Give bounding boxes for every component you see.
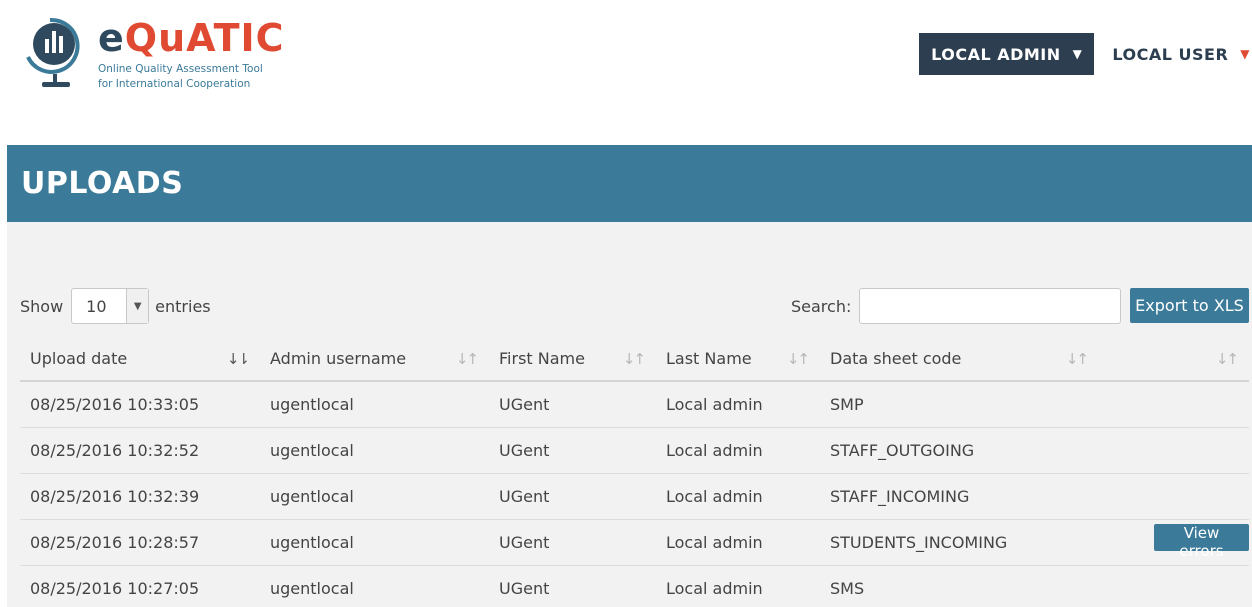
column-header-data-sheet-code[interactable]: Data sheet code ↓↑ [820, 336, 1099, 382]
column-label: Data sheet code [830, 348, 962, 368]
column-label: Last Name [666, 348, 752, 368]
equatic-logo[interactable]: eQuATIC Online Quality Assessment Tool f… [20, 12, 290, 92]
table-row: 08/25/2016 10:32:39 ugentlocal UGent Loc… [20, 473, 1249, 520]
local-user-label: LOCAL USER [1112, 44, 1229, 64]
entries-select-value: 10 [86, 296, 107, 316]
user-menu: LOCAL ADMIN ▼ LOCAL USER ▼ [919, 33, 1252, 75]
column-header-last-name[interactable]: Last Name ↓↑ [656, 336, 820, 382]
sort-descending-icon: ↓⇂ [226, 350, 250, 368]
cell-last-name: Local admin [666, 578, 763, 598]
entries-length-control: Show 10 ▼ entries [20, 288, 211, 324]
cell-actions [1099, 381, 1249, 428]
cell-admin-username: ugentlocal [260, 473, 489, 520]
page-title-bar: UPLOADS [7, 145, 1252, 222]
cell-actions: View errors [1099, 519, 1249, 566]
search-control: Search: [791, 288, 1122, 324]
tagline-line-2: for International Cooperation [98, 78, 251, 90]
cell-last-name: Local admin [656, 519, 820, 566]
search-input[interactable] [859, 288, 1122, 324]
cell-admin-username: ugentlocal [260, 427, 489, 474]
cell-admin-username: ugentlocal [270, 578, 354, 598]
cell-actions [1099, 473, 1249, 520]
cell-last-name: Local admin [656, 473, 820, 520]
column-header-admin-username[interactable]: Admin username ↓↑ [260, 336, 489, 382]
column-header-actions[interactable]: ↓↑ [1099, 336, 1249, 382]
column-label: Upload date [30, 348, 128, 368]
view-errors-button[interactable]: View errors [1154, 524, 1249, 560]
show-label: Show [20, 296, 64, 316]
local-admin-label: LOCAL ADMIN [931, 44, 1061, 64]
cell-admin-username: ugentlocal [260, 381, 489, 428]
caret-down-icon: ▼ [1072, 47, 1083, 61]
column-header-upload-date[interactable]: Upload date ↓⇂ [20, 336, 260, 382]
cell-data-sheet-code: SMP [820, 381, 1099, 428]
cell-first-name: UGent [489, 473, 656, 520]
sort-both-icon: ↓↑ [1215, 350, 1239, 368]
cell-first-name: UGent [489, 381, 656, 428]
column-label: First Name [499, 348, 585, 368]
cell-upload-date: 08/25/2016 10:28:57 [20, 519, 260, 566]
table-row: 08/25/2016 10:33:05 ugentlocal UGent Loc… [20, 381, 1249, 428]
tagline-line-1: Online Quality Assessment Tool [98, 63, 263, 75]
local-user-dropdown[interactable]: LOCAL USER ▼ [1112, 45, 1252, 64]
cell-actions [1099, 565, 1249, 607]
column-label: Admin username [270, 348, 407, 368]
table-row: 08/25/2016 10:27:05 ugentlocal UGent Loc… [20, 565, 1249, 607]
column-header-first-name[interactable]: First Name ↓↑ [489, 336, 656, 382]
search-label: Search: [791, 296, 852, 316]
logo-tagline: Online Quality Assessment Tool for Inter… [98, 62, 263, 92]
uploads-panel: Show 10 ▼ entries Search: Export to XLS … [7, 222, 1252, 607]
cell-first-name: UGent [489, 519, 656, 566]
table-row: 08/25/2016 10:28:57 ugentlocal UGent Loc… [20, 519, 1249, 566]
cell-admin-username: ugentlocal [260, 519, 489, 566]
cell-upload-date: 08/25/2016 10:32:52 [20, 427, 260, 474]
uploads-table: Upload date ↓⇂ Admin username ↓↑ First Nam… [20, 336, 1249, 607]
logo-wordmark: eQuATIC [98, 16, 285, 60]
export-xls-button[interactable]: Export to XLS [1130, 288, 1249, 323]
cell-last-name: Local admin [656, 427, 820, 474]
cell-data-sheet-code: STAFF_OUTGOING [820, 427, 1099, 474]
page-title: UPLOADS [21, 166, 184, 201]
cell-data-sheet-code: SMS [830, 578, 865, 598]
cell-last-name: Local admin [656, 381, 820, 428]
sort-both-icon: ↓↑ [1065, 350, 1089, 368]
entries-select[interactable]: 10 ▼ [71, 288, 150, 324]
sort-both-icon: ↓↑ [786, 350, 810, 368]
cell-data-sheet-code: STAFF_INCOMING [820, 473, 1099, 520]
sort-both-icon: ↓↑ [455, 350, 479, 368]
chevron-down-icon: ▼ [126, 289, 149, 323]
cell-upload-date: 08/25/2016 10:32:39 [20, 473, 260, 520]
table-header-row: Upload date ↓⇂ Admin username ↓↑ First Nam… [20, 336, 1249, 382]
local-admin-dropdown[interactable]: LOCAL ADMIN ▼ [919, 33, 1095, 75]
table-row: 08/25/2016 10:32:52 ugentlocal UGent Loc… [20, 427, 1249, 474]
cell-actions [1099, 427, 1249, 474]
sort-both-icon: ↓↑ [622, 350, 646, 368]
cell-data-sheet-code: STUDENTS_INCOMING [820, 519, 1099, 566]
cell-first-name: UGent [499, 578, 550, 598]
globe-bar-chart-icon [26, 17, 80, 87]
cell-upload-date: 08/25/2016 10:33:05 [20, 381, 260, 428]
cell-upload-date: 08/25/2016 10:27:05 [30, 578, 200, 598]
caret-down-icon: ▼ [1240, 47, 1250, 61]
cell-first-name: UGent [489, 427, 656, 474]
page-header: eQuATIC Online Quality Assessment Tool f… [0, 0, 1252, 145]
entries-label: entries [155, 296, 211, 316]
